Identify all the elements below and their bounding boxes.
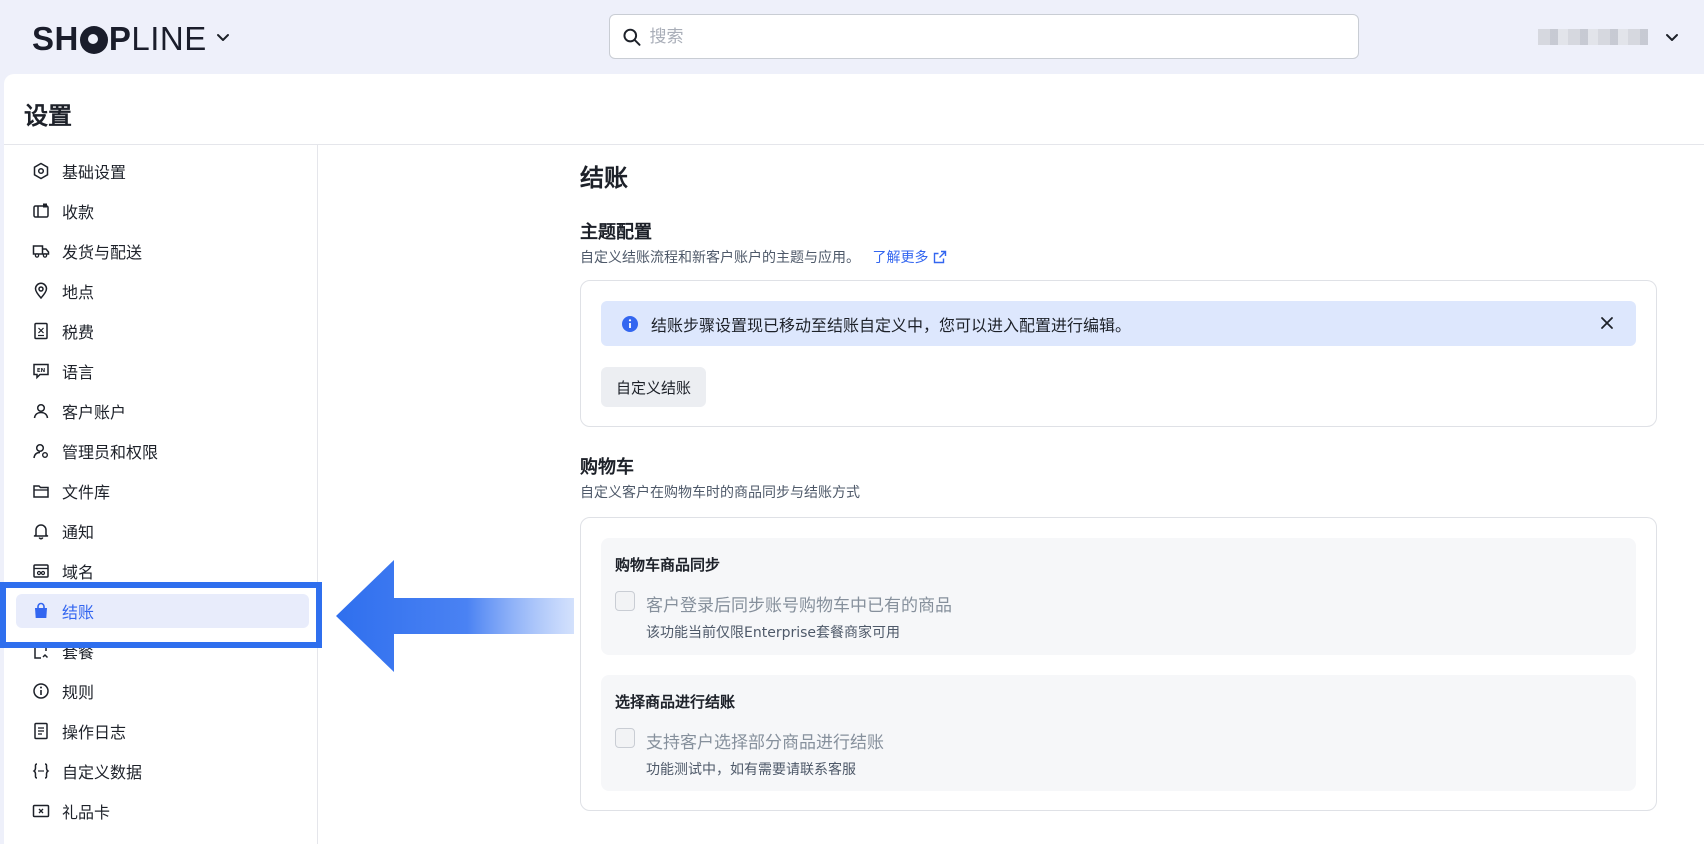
- logo-text-start: SH: [32, 20, 79, 57]
- notice-text: 结账步骤设置现已移动至结账自定义中，您可以进入配置进行编辑。: [651, 315, 1132, 335]
- section-title: 结账: [580, 164, 628, 192]
- sidebar-item-notifications[interactable]: 通知: [16, 514, 309, 548]
- logo-o-icon: [79, 26, 108, 54]
- learn-more-link[interactable]: 了解更多: [872, 247, 947, 267]
- custom-data-icon: [32, 763, 50, 779]
- search-input[interactable]: [641, 26, 1358, 47]
- info-notice-banner: 结账步骤设置现已移动至结账自定义中，您可以进入配置进行编辑。: [601, 301, 1636, 346]
- sidebar-item-payments[interactable]: 收款: [16, 194, 309, 228]
- title-divider: [4, 144, 1704, 145]
- sidebar-item-files[interactable]: 文件库: [16, 474, 309, 508]
- sidebar-item-policies[interactable]: 规则: [16, 674, 309, 708]
- cart-settings-card: 购物车商品同步 客户登录后同步账号购物车中已有的商品 该功能当前仅限Enterp…: [580, 517, 1657, 811]
- top-bar: SH P LINE: [0, 0, 1704, 74]
- cart-sync-checkbox[interactable]: [615, 591, 635, 611]
- main-panel: 设置 基础设置 收款 发货与配送 地点 税费 EN 语言 客户账户 管理员和权限…: [4, 74, 1704, 844]
- theme-config-heading: 主题配置: [580, 222, 652, 243]
- sidebar-divider: [317, 145, 318, 844]
- sidebar-item-shipping[interactable]: 发货与配送: [16, 234, 309, 268]
- tax-receipt-icon: [34, 322, 48, 340]
- select-items-checkbox[interactable]: [615, 728, 635, 748]
- sidebar-item-label: 文件库: [62, 483, 111, 502]
- customize-checkout-button[interactable]: 自定义结账: [601, 367, 707, 407]
- account-chevron-down-icon[interactable]: [1663, 28, 1681, 46]
- sidebar-item-label: 礼品卡: [62, 803, 111, 822]
- logo-text-mid: P: [108, 20, 132, 57]
- sidebar-item-customer-accounts[interactable]: 客户账户: [16, 394, 309, 428]
- highlight-frame: [0, 582, 322, 648]
- info-circle-icon: [33, 683, 49, 699]
- user-icon: [33, 403, 49, 419]
- info-icon: [622, 315, 638, 332]
- sidebar-item-label: 通知: [62, 523, 95, 542]
- sidebar-item-label: 规则: [62, 683, 95, 702]
- sidebar-item-label: 地点: [62, 283, 95, 302]
- search-box[interactable]: [609, 14, 1359, 59]
- truck-icon: [32, 245, 50, 258]
- sidebar-item-label: 基础设置: [62, 163, 127, 182]
- sidebar-item-label: 税费: [62, 323, 95, 342]
- theme-config-description-text: 自定义结账流程和新客户账户的主题与应用。: [580, 250, 860, 266]
- sidebar-item-taxes[interactable]: 税费: [16, 314, 309, 348]
- select-items-checkbox-label: 支持客户选择部分商品进行结账: [646, 733, 884, 753]
- sidebar-item-label: 域名: [62, 563, 95, 582]
- page-title: 设置: [24, 102, 72, 130]
- bell-icon: [33, 524, 49, 540]
- folder-icon: [33, 485, 49, 498]
- sidebar-item-label: 语言: [62, 363, 95, 382]
- sidebar-item-label: 管理员和权限: [62, 443, 159, 462]
- log-icon: [34, 722, 48, 740]
- theme-config-description: 自定义结账流程和新客户账户的主题与应用。 了解更多: [580, 247, 947, 267]
- location-pin-icon: [34, 282, 48, 300]
- sidebar-item-custom-data[interactable]: 自定义数据: [16, 754, 309, 788]
- cart-sync-title: 购物车商品同步: [615, 556, 721, 574]
- cart-description: 自定义客户在购物车时的商品同步与结账方式: [580, 485, 860, 501]
- chevron-down-icon[interactable]: [214, 28, 232, 46]
- select-items-title: 选择商品进行结账: [615, 693, 736, 711]
- select-items-checkout-section: 选择商品进行结账 支持客户选择部分商品进行结账 功能测试中，如有需要请联系客服: [601, 675, 1636, 791]
- external-link-icon: [934, 250, 947, 264]
- sidebar-item-label: 收款: [62, 203, 95, 222]
- search-icon: [623, 28, 641, 46]
- wallet-icon: [33, 203, 49, 218]
- sidebar-item-label: 自定义数据: [62, 763, 143, 782]
- sidebar-item-locations[interactable]: 地点: [16, 274, 309, 308]
- shopline-logo[interactable]: SH P LINE: [32, 20, 207, 58]
- cart-sync-checkbox-label: 客户登录后同步账号购物车中已有的商品: [646, 596, 952, 616]
- account-name-blurred[interactable]: [1538, 29, 1648, 45]
- cart-sync-hint: 该功能当前仅限Enterprise套餐商家可用: [646, 625, 901, 641]
- sidebar-item-basic-settings[interactable]: 基础设置: [16, 154, 309, 188]
- sidebar-item-gift-cards[interactable]: 礼品卡: [16, 794, 309, 828]
- language-icon: EN: [33, 363, 49, 380]
- sidebar-item-activity-log[interactable]: 操作日志: [16, 714, 309, 748]
- hexagon-settings-icon: [33, 162, 49, 180]
- sidebar-item-admins-permissions[interactable]: 管理员和权限: [16, 434, 309, 468]
- svg-text:EN: EN: [37, 368, 46, 374]
- cart-sync-section: 购物车商品同步 客户登录后同步账号购物车中已有的商品 该功能当前仅限Enterp…: [601, 538, 1636, 655]
- sidebar-item-label: 客户账户: [62, 403, 127, 422]
- gift-card-icon: [32, 804, 50, 818]
- sidebar-item-label: 操作日志: [62, 723, 127, 742]
- pointer-arrow-icon: [336, 560, 574, 672]
- learn-more-label: 了解更多: [872, 250, 929, 266]
- cart-heading: 购物车: [580, 457, 634, 478]
- sidebar-item-label: 发货与配送: [62, 243, 143, 262]
- user-admin-icon: [33, 443, 48, 459]
- sidebar-item-languages[interactable]: EN 语言: [16, 354, 309, 388]
- logo-text-end: LINE: [131, 20, 207, 57]
- domain-icon: [33, 564, 49, 578]
- close-icon[interactable]: [1598, 314, 1616, 332]
- theme-config-card: 结账步骤设置现已移动至结账自定义中，您可以进入配置进行编辑。 自定义结账: [580, 280, 1657, 427]
- select-items-hint: 功能测试中，如有需要请联系客服: [646, 762, 856, 778]
